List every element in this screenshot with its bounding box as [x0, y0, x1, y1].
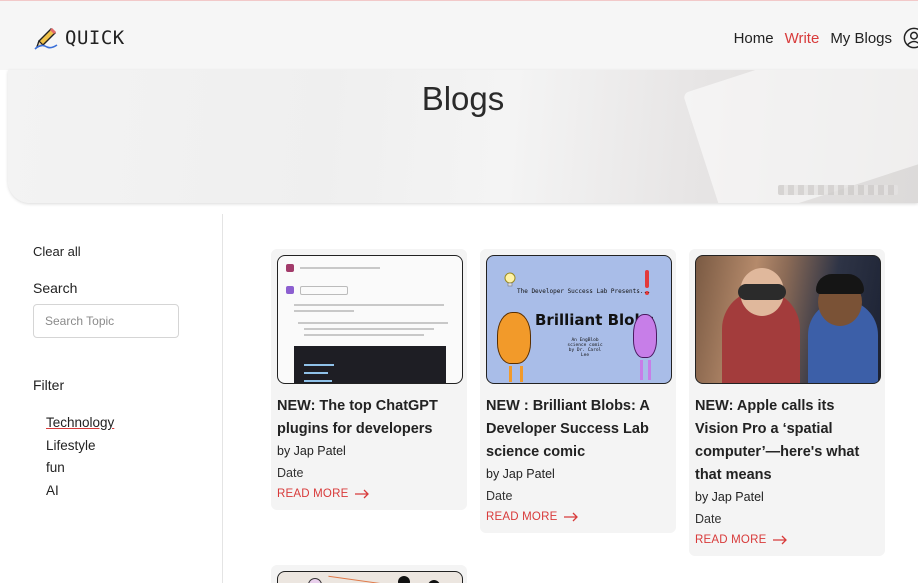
- orange-blob-character: [497, 312, 531, 364]
- page-title: Blogs: [421, 80, 505, 117]
- code-line: [304, 364, 334, 366]
- blog-date: Date: [277, 466, 304, 480]
- text-line: [294, 304, 444, 306]
- filter-list: Technology Lifestyle fun AI: [46, 412, 193, 502]
- text-line: [294, 310, 354, 312]
- blog-card[interactable]: [271, 565, 467, 583]
- blog-title[interactable]: NEW : Brilliant Blobs: A Developer Succe…: [486, 395, 670, 464]
- nav-write[interactable]: Write: [785, 30, 820, 47]
- blog-thumbnail[interactable]: [277, 255, 463, 384]
- arrow-right-icon: [564, 512, 579, 522]
- text-line: [304, 334, 424, 336]
- blog-title[interactable]: NEW: Apple calls its Vision Pro a ‘spati…: [695, 395, 879, 487]
- nav-home[interactable]: Home: [734, 30, 774, 47]
- blog-thumbnail[interactable]: [277, 571, 463, 583]
- filter-sidebar: Clear all Search Filter Technology Lifes…: [33, 244, 193, 502]
- blog-thumbnail[interactable]: [695, 255, 881, 384]
- lightbulb-icon: [504, 272, 516, 287]
- read-more-label: READ MORE: [277, 488, 349, 500]
- purple-blob-leg: [648, 360, 651, 380]
- filter-item-ai[interactable]: AI: [46, 480, 193, 503]
- text-line: [304, 328, 434, 330]
- comic-small-title: The Developer Success Lab Presents...: [517, 288, 651, 295]
- user-account-icon[interactable]: [903, 27, 918, 49]
- arrow-right-icon: [773, 535, 788, 545]
- chat-avatar-icon: [286, 264, 294, 272]
- arrow-right-icon: [355, 489, 370, 499]
- code-line: [304, 372, 328, 374]
- blog-date: Date: [486, 489, 513, 503]
- person-photo-hair: [816, 274, 864, 294]
- vision-pro-headset: [738, 284, 786, 300]
- blog-card[interactable]: NEW: The top ChatGPT plugins for develop…: [271, 249, 467, 510]
- text-line: [298, 322, 448, 324]
- filter-item-fun[interactable]: fun: [46, 457, 193, 480]
- thumb-shape: [308, 578, 322, 583]
- code-block-mock: [294, 346, 446, 383]
- clear-all-button[interactable]: Clear all: [33, 244, 193, 259]
- text-line: [300, 267, 380, 269]
- model-select-mock: [300, 286, 348, 295]
- nav-my-blogs[interactable]: My Blogs: [830, 30, 892, 47]
- purple-blob-character: [633, 314, 657, 358]
- blog-card[interactable]: NEW: Apple calls its Vision Pro a ‘spati…: [689, 249, 885, 556]
- hero-keyboard-decoration: [778, 185, 898, 195]
- blog-thumbnail[interactable]: The Developer Success Lab Presents... Br…: [486, 255, 672, 384]
- blog-author: by Jap Patel: [486, 467, 555, 481]
- purple-blob-leg: [640, 360, 643, 380]
- orange-blob-leg: [520, 366, 523, 382]
- read-more-link[interactable]: READ MORE: [695, 534, 879, 546]
- read-more-link[interactable]: READ MORE: [277, 488, 461, 500]
- brand-logo[interactable]: QUICK: [33, 25, 125, 51]
- filter-item-lifestyle[interactable]: Lifestyle: [46, 435, 193, 458]
- top-navbar: QUICK Home Write My Blogs: [0, 0, 918, 70]
- blog-date: Date: [695, 512, 722, 526]
- sidebar-divider: [222, 214, 223, 583]
- read-more-label: READ MORE: [486, 511, 558, 523]
- pencil-logo-icon: [34, 27, 58, 50]
- exclamation-mark-icon: [645, 270, 649, 288]
- search-input[interactable]: [33, 304, 179, 338]
- main-nav: Home Write My Blogs: [734, 27, 918, 49]
- blog-title[interactable]: NEW: The top ChatGPT plugins for develop…: [277, 395, 461, 441]
- comic-subtitle: An EngBlob science comic by Dr. Carol Le…: [567, 338, 603, 358]
- filter-item-technology[interactable]: Technology: [46, 412, 193, 435]
- orange-blob-leg: [509, 366, 512, 382]
- blog-card[interactable]: The Developer Success Lab Presents... Br…: [480, 249, 676, 533]
- thumb-shape: [398, 576, 410, 583]
- blog-author: by Jap Patel: [277, 444, 346, 458]
- bot-avatar-icon: [286, 286, 294, 294]
- blog-author: by Jap Patel: [695, 490, 764, 504]
- brand-name: QUICK: [65, 27, 125, 49]
- search-heading: Search: [33, 280, 78, 296]
- read-more-link[interactable]: READ MORE: [486, 511, 670, 523]
- hero-banner: Blogs: [8, 70, 918, 203]
- filter-heading: Filter: [33, 377, 65, 393]
- read-more-label: READ MORE: [695, 534, 767, 546]
- code-line: [304, 380, 332, 382]
